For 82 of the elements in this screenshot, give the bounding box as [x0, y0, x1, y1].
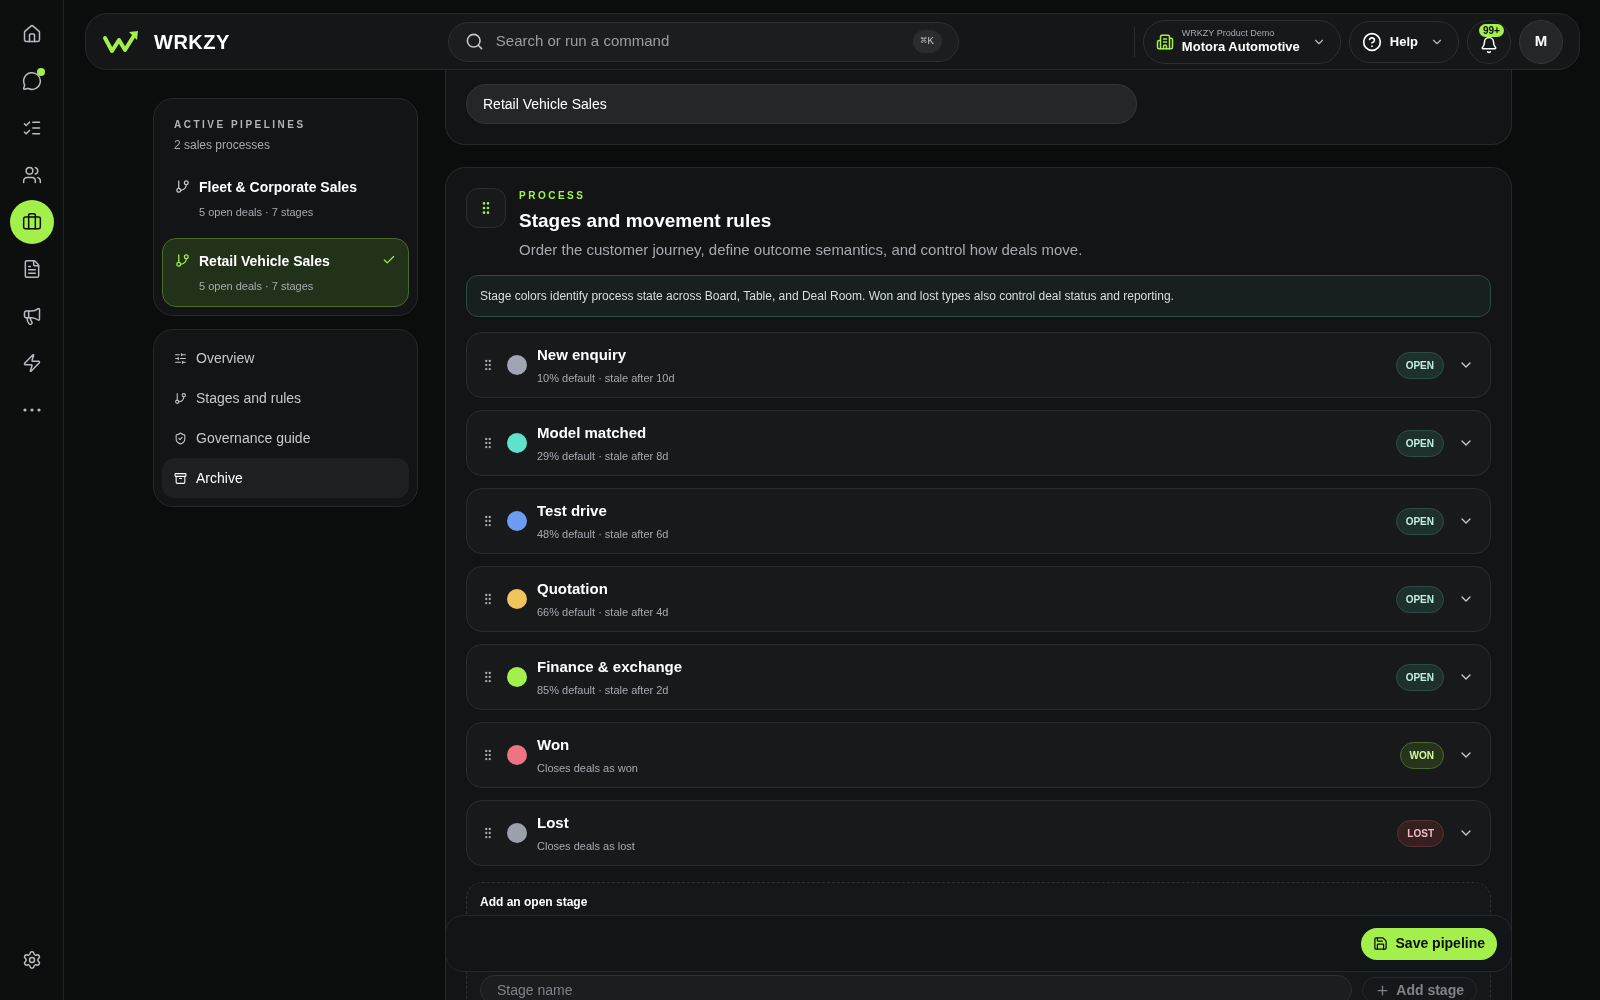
stage-meta: 29% default · stale after 8d — [537, 449, 670, 464]
save-icon — [1372, 936, 1388, 951]
pipeline-name: Fleet & Corporate Sales — [199, 178, 358, 197]
info-notice: Stage colors identify process state across Board, Table, and Deal Room. Won and lost types also control deal status and reporting. — [466, 275, 1491, 317]
branch-icon — [175, 252, 190, 268]
avatar[interactable]: M — [1519, 19, 1563, 64]
branch-icon — [175, 179, 190, 194]
stage-name: Model matched — [537, 422, 648, 443]
shortcut-hint: ⌘K — [912, 30, 942, 53]
workspace-switcher[interactable]: WRKZY Product Demo Motora Automotive — [1142, 19, 1341, 64]
briefcase-icon — [21, 212, 42, 232]
archive-icon — [174, 471, 187, 485]
add-stage-title: Add an open stage — [480, 894, 589, 911]
stage-meta: Closes deals as lost — [537, 839, 636, 854]
panel-heading: ACTIVE PIPELINES — [173, 118, 307, 132]
stage-name: Test drive — [537, 500, 608, 521]
bell-icon — [1480, 35, 1498, 54]
stage-name: Quotation — [537, 578, 609, 599]
stage-type-badge: OPEN — [1395, 507, 1444, 535]
users-icon — [21, 165, 42, 185]
workspace-name: Motora Automotive — [1181, 39, 1300, 56]
stage-row[interactable]: Won Closes deals as won WON — [466, 722, 1491, 788]
section-link[interactable]: Archive — [162, 458, 409, 498]
save-pipeline-button[interactable]: Save pipeline — [1360, 927, 1497, 960]
stage-name: Finance & exchange — [537, 656, 684, 677]
search-input[interactable]: Search or run a command — [495, 30, 913, 53]
stage-meta: 85% default · stale after 2d — [537, 683, 670, 698]
stage-name-field[interactable]: Stage name — [480, 975, 1353, 1000]
stage-row[interactable]: Finance & exchange 85% default · stale after 2d OPEN — [466, 644, 1491, 710]
checklist-icon — [21, 118, 42, 138]
home-icon — [21, 24, 42, 44]
pipeline-name: Retail Vehicle Sales — [199, 251, 331, 271]
section-description: Order the customer journey, define outcome semantics, and control how deals move. — [519, 239, 1083, 260]
stage-name: Lost — [537, 812, 570, 833]
brand-name: WRKZY — [154, 29, 230, 55]
stage-type-badge: LOST — [1397, 819, 1444, 847]
section-title: Stages and movement rules — [519, 209, 773, 233]
section-link[interactable]: Overview — [162, 338, 409, 378]
pipeline-item[interactable]: Retail Vehicle Sales 5 open deals · 7 stages — [162, 237, 409, 307]
workspace-caption: WRKZY Product Demo — [1181, 27, 1275, 39]
stage-type-badge: OPEN — [1395, 663, 1444, 691]
stage-row[interactable]: Test drive 48% default · stale after 6d OPEN — [466, 488, 1491, 554]
plus-icon — [1375, 982, 1391, 998]
section-link[interactable]: Stages and rules — [162, 378, 409, 418]
notifications-button[interactable]: 99+ — [1467, 19, 1511, 64]
stage-name: New enquiry — [537, 344, 628, 365]
stage-name: Won — [537, 734, 571, 755]
stage-row[interactable]: New enquiry 10% default · stale after 10d OPEN — [466, 332, 1491, 398]
chat-icon — [21, 71, 42, 91]
stage-type-badge: OPEN — [1395, 429, 1444, 457]
stage-type-badge: OPEN — [1395, 585, 1444, 613]
pipeline-item[interactable]: Fleet & Corporate Sales 5 open deals · 7 stages — [162, 164, 409, 234]
help-icon — [1361, 31, 1382, 52]
pipeline-meta: 5 open deals · 7 stages — [199, 278, 315, 294]
panel-subtitle: 2 sales processes — [173, 137, 272, 154]
pipeline-name-field[interactable]: Retail Vehicle Sales — [466, 84, 1137, 124]
stage-row[interactable]: Lost Closes deals as lost LOST — [466, 800, 1491, 866]
stage-meta: 48% default · stale after 6d — [537, 527, 670, 542]
lightning-icon — [21, 353, 42, 373]
sliders-icon — [174, 351, 187, 365]
section-eyebrow: PROCESS — [519, 189, 587, 203]
megaphone-icon — [21, 306, 42, 326]
search-icon — [464, 32, 484, 51]
more-icon — [22, 408, 41, 412]
settings-icon — [21, 950, 42, 970]
shield-icon — [174, 431, 187, 445]
help-button[interactable]: Help — [1348, 20, 1459, 63]
stage-meta: 66% default · stale after 4d — [537, 605, 670, 620]
building-icon — [1155, 32, 1174, 51]
stage-row[interactable]: Model matched 29% default · stale after 8d OPEN — [466, 410, 1491, 476]
search-field[interactable]: Search or run a command ⌘K — [447, 21, 959, 62]
branch-icon — [174, 391, 187, 405]
nav-button[interactable] — [9, 200, 54, 244]
stage-type-badge: WON — [1399, 741, 1444, 769]
pipeline-meta: 5 open deals · 7 stages — [199, 205, 315, 220]
section-link[interactable]: Governance guide — [162, 418, 409, 458]
notification-count: 99+ — [1479, 23, 1504, 37]
stage-meta: Closes deals as won — [537, 761, 639, 776]
stage-type-badge: OPEN — [1395, 351, 1444, 379]
logo-icon — [102, 28, 140, 55]
stage-meta: 10% default · stale after 10d — [537, 371, 676, 386]
stage-row[interactable]: Quotation 66% default · stale after 4d OPEN — [466, 566, 1491, 632]
